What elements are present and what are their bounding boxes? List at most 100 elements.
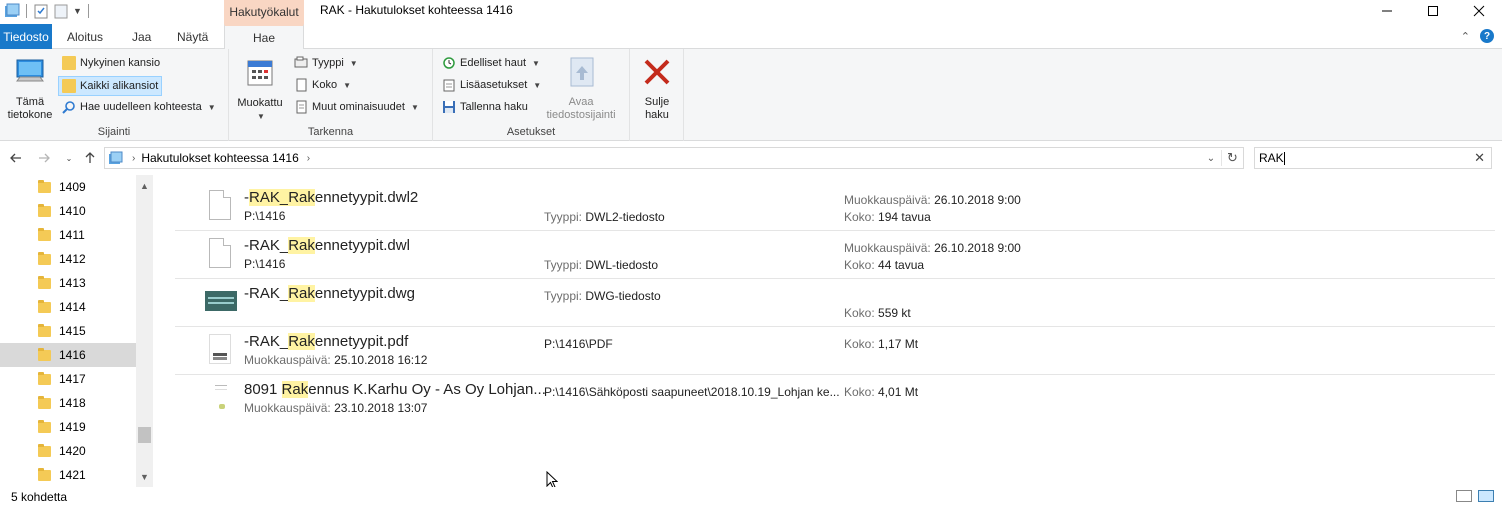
folder-icon (38, 371, 51, 385)
result-row[interactable]: -RAK_Rakennetyypit.dwg Tyyppi: DWG-tiedo… (175, 279, 1495, 327)
folder-icon (62, 79, 76, 93)
tree-item-label: 1413 (59, 276, 86, 290)
file-name[interactable]: -RAK_Rakennetyypit.dwl2 (244, 189, 418, 206)
result-row[interactable]: -RAK_Rakennetyypit.dwl P:\1416 Tyyppi: D… (175, 231, 1495, 279)
modified-value: 25.10.2018 16:12 (334, 353, 428, 367)
breadcrumb[interactable]: Hakutulokset kohteessa 1416 (141, 151, 298, 165)
tree-item-1420[interactable]: 1420 (0, 439, 136, 463)
modified-key: Muokkauspäivä: (844, 193, 931, 207)
file-size: Koko: 4,01 Mt (844, 385, 918, 399)
search-match: _ (279, 189, 289, 206)
tab-view[interactable]: Näytä (167, 24, 218, 49)
search-again-button[interactable]: Hae uudelleen kohteesta ▼ (59, 97, 219, 117)
file-name[interactable]: -RAK_Rakennetyypit.pdf (244, 333, 408, 350)
modified-date-button[interactable]: Muokattu ▼ (231, 57, 289, 123)
address-history-icon[interactable]: ⌄ (1201, 153, 1221, 164)
details-view-icon[interactable] (1456, 490, 1472, 502)
close-window-button[interactable] (1456, 0, 1502, 22)
help-icon[interactable]: ? (1480, 29, 1494, 43)
search-tools-header: Hakutyökalut (224, 0, 304, 24)
address-bar[interactable]: › Hakutulokset kohteessa 1416 › ⌄ ↻ (104, 147, 1244, 169)
folder-icon (38, 395, 51, 409)
file-type-icon (294, 56, 308, 68)
type-filter-button[interactable]: Tyyppi ▼ (291, 53, 361, 73)
new-folder-icon[interactable] (53, 3, 69, 19)
file-type: Tyyppi: DWG-tiedosto (544, 289, 661, 303)
forward-button[interactable] (36, 150, 52, 166)
file-name[interactable]: -RAK_Rakennetyypit.dwl (244, 237, 410, 254)
other-properties-button[interactable]: Muut ominaisuudet ▼ (291, 97, 422, 117)
folder-icon (38, 227, 51, 241)
tree-item-1411[interactable]: 1411 (0, 223, 136, 247)
file-name-part: 8091 (244, 381, 282, 398)
tree-item-label: 1411 (59, 228, 85, 242)
nav-scrollbar[interactable]: ▲ ▼ (136, 175, 153, 487)
breadcrumb-chevron-icon[interactable]: › (132, 153, 135, 164)
file-name[interactable]: 8091 Rakennus K.Karhu Oy - As Oy Lohjan.… (244, 381, 546, 398)
tree-item-1410[interactable]: 1410 (0, 199, 136, 223)
tab-search[interactable]: Hae (224, 24, 304, 50)
ribbon-collapse-icon[interactable]: ⌃ (1461, 30, 1470, 43)
open-file-location-button[interactable]: Avaa tiedostosijainti (539, 56, 623, 122)
file-name[interactable]: -RAK_Rakennetyypit.dwg (244, 285, 415, 302)
search-match: RAK (249, 189, 280, 206)
file-size: Koko: 1,17 Mt (844, 337, 918, 351)
search-input[interactable]: RAK ✕ (1254, 147, 1492, 169)
breadcrumb-chevron-icon[interactable]: › (307, 153, 310, 164)
text-caret (1283, 151, 1285, 165)
qat-divider (26, 4, 27, 18)
scrollbar-thumb[interactable] (138, 427, 151, 443)
explorer-window-icon[interactable] (4, 3, 20, 19)
current-folder-button[interactable]: Nykyinen kansio (59, 53, 163, 73)
generic-file-icon (209, 238, 231, 268)
tab-home[interactable]: Aloitus (57, 24, 113, 49)
pdf-thumbnail (209, 334, 231, 364)
tab-share[interactable]: Jaa (122, 24, 161, 49)
minimize-button[interactable] (1364, 0, 1410, 22)
tree-item-1415[interactable]: 1415 (0, 319, 136, 343)
file-type: Tyyppi: DWL2-tiedosto (544, 210, 665, 224)
back-button[interactable] (8, 150, 24, 166)
item-count: 5 kohdetta (11, 490, 68, 504)
tree-item-1421[interactable]: 1421 (0, 463, 136, 487)
qat-customize-icon[interactable]: ▼ (73, 6, 82, 16)
group-close-search: Sulje haku (630, 49, 684, 141)
scroll-down-icon[interactable]: ▼ (136, 468, 153, 485)
large-icons-view-icon[interactable] (1478, 490, 1494, 502)
tree-item-1412[interactable]: 1412 (0, 247, 136, 271)
tree-item-label: 1415 (59, 324, 86, 338)
close-search-label-2: haku (645, 109, 669, 121)
tree-item-1416[interactable]: 1416 (0, 343, 136, 367)
current-folder-label: Nykyinen kansio (80, 57, 161, 69)
tab-file[interactable]: Tiedosto (0, 24, 52, 49)
save-search-button[interactable]: Tallenna haku (439, 97, 531, 117)
tree-item-1419[interactable]: 1419 (0, 415, 136, 439)
tree-item-1414[interactable]: 1414 (0, 295, 136, 319)
all-subfolders-button[interactable]: Kaikki alikansiot (58, 76, 163, 96)
tree-item-label: 1410 (59, 204, 86, 218)
close-search-button[interactable]: Sulje haku (634, 56, 680, 122)
result-row[interactable]: 8091 Rakennus K.Karhu Oy - As Oy Lohjan.… (175, 375, 1495, 423)
maximize-button[interactable] (1410, 0, 1456, 22)
up-button[interactable] (82, 150, 98, 166)
folder-icon (38, 179, 51, 193)
recent-searches-button[interactable]: Edelliset haut ▼ (439, 53, 543, 73)
tree-item-1418[interactable]: 1418 (0, 391, 136, 415)
folder-icon (62, 56, 76, 70)
result-row[interactable]: -RAK_Rakennetyypit.dwl2 P:\1416 Tyyppi: … (175, 183, 1495, 231)
refresh-icon[interactable]: ↻ (1221, 150, 1243, 166)
recent-locations-button[interactable]: ⌄ (61, 150, 77, 166)
this-pc-button[interactable]: Tämä tietokone (2, 56, 58, 122)
clear-search-icon[interactable]: ✕ (1474, 150, 1485, 166)
size-filter-button[interactable]: Koko ▼ (291, 75, 354, 95)
search-query[interactable]: RAK (1259, 151, 1284, 165)
file-name-part: ennetyypit.pdf (314, 333, 409, 350)
tree-item-1413[interactable]: 1413 (0, 271, 136, 295)
window-title: RAK - Hakutulokset kohteessa 1416 (320, 3, 513, 17)
advanced-options-button[interactable]: Lisäasetukset ▼ (439, 75, 544, 95)
result-row[interactable]: -RAK_Rakennetyypit.pdf Muokkauspäivä: 25… (175, 327, 1495, 375)
tree-item-1409[interactable]: 1409 (0, 175, 136, 199)
tree-item-1417[interactable]: 1417 (0, 367, 136, 391)
scroll-up-icon[interactable]: ▲ (136, 177, 153, 194)
properties-icon[interactable] (33, 3, 49, 19)
